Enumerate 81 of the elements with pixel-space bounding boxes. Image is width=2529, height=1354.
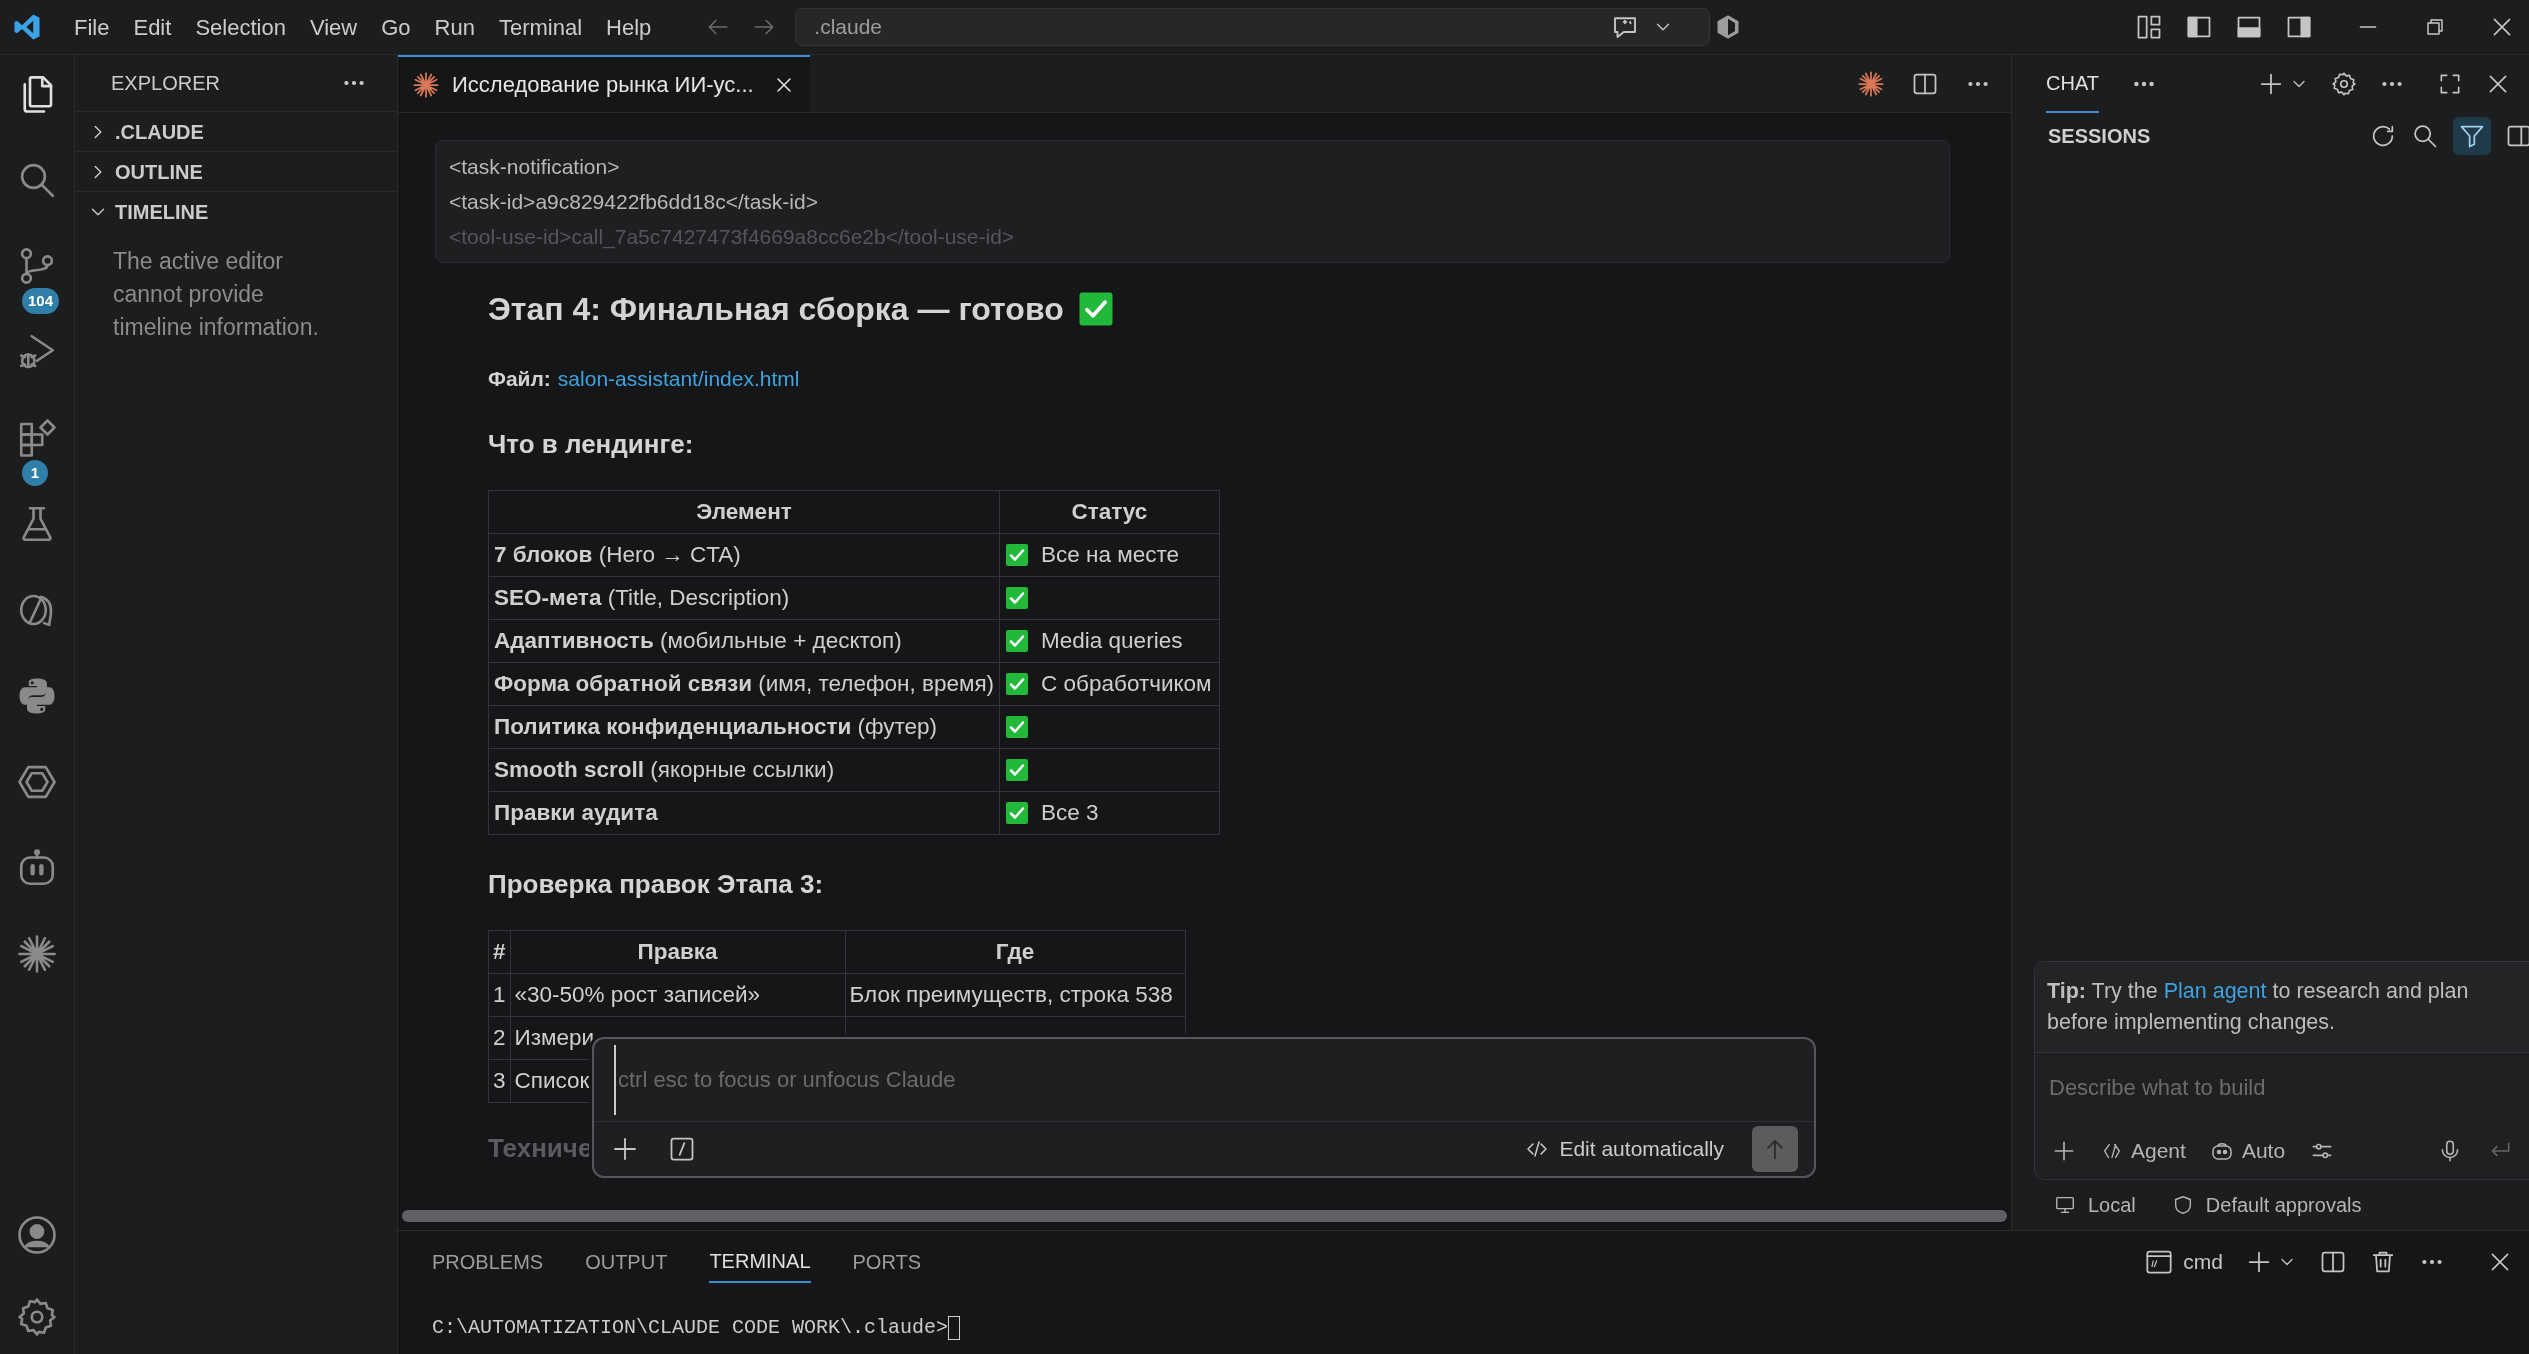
settings-icon[interactable] — [2331, 71, 2357, 97]
column-header: Статус — [999, 490, 1220, 533]
menu-item[interactable]: Run — [422, 10, 487, 44]
table-cell: «30-50% рост записей» — [510, 973, 845, 1016]
section-title: SESSIONS — [2048, 124, 2151, 149]
table-cell-text: С обработчиком — [1041, 669, 1212, 698]
editor-tab[interactable]: Исследование рынка ИИ-ус... — [398, 55, 810, 112]
column-header: Где — [845, 930, 1185, 973]
table-cell: Блок преимуществ, строка 538 — [845, 973, 1185, 1016]
section-header[interactable]: .CLAUDE — [75, 111, 397, 151]
command-center[interactable]: .claude — [795, 8, 1711, 46]
table-cell-text: Все на месте — [1041, 540, 1180, 569]
terminal-icon — [2145, 1248, 2174, 1276]
terminal-prompt: C:\AUTOMATIZATION\CLAUDE CODE WORK\.claude> — [432, 1315, 949, 1341]
menu-item[interactable]: Edit — [121, 10, 184, 44]
table-cell: 3 — [488, 1059, 510, 1102]
menu-item[interactable]: Help — [594, 10, 664, 44]
terminal-cursor — [948, 1316, 961, 1340]
agent-button[interactable]: Agent — [2101, 1135, 2186, 1167]
table-cell: 2 — [488, 1016, 510, 1059]
code-line: <task-notification> — [449, 154, 621, 180]
panel-tab[interactable]: OUTPUT — [585, 1241, 668, 1283]
menu-item[interactable]: File — [62, 10, 122, 44]
code-line: <tool-use-id>call_7a5c7427473f4669a8cc6e2b</tool-use-id> — [449, 224, 1016, 251]
table-cell-text: Media queries — [1041, 626, 1183, 655]
table-cell: 1 — [488, 973, 510, 1016]
panel-tab[interactable]: PORTS — [852, 1241, 922, 1283]
sidebar-title: EXPLORER — [111, 71, 220, 96]
table-cell: Политика конфиденциальности (футер) — [488, 705, 1000, 748]
burst-icon — [412, 70, 440, 99]
composer-card[interactable]: ctrl esc to focus or unfocus Claude Edit automatically — [592, 1037, 1816, 1178]
chat-input-card[interactable]: Tip: Try the Plan agent to research and plan before implementing changes. Describe what to build Agent Auto — [2034, 961, 2529, 1180]
column-header: Элемент — [488, 490, 1000, 533]
heading: Этап 4: Финальная сборка — готово — [488, 290, 1064, 329]
app-logo-icon — [12, 12, 42, 42]
table-cell: Правки аудита — [488, 791, 1000, 834]
monitor-icon — [2054, 1194, 2076, 1216]
section-header[interactable]: TIMELINE — [75, 191, 397, 231]
plan-agent-link[interactable]: Plan agent — [2163, 979, 2267, 1003]
settings-icon[interactable] — [16, 1296, 58, 1338]
chat-input[interactable]: Describe what to build — [2049, 1053, 2509, 1123]
menu-item[interactable]: Go — [369, 10, 423, 44]
burst-icon[interactable] — [1857, 69, 1885, 98]
table-cell: 7 блоков (Hero → CTA) — [488, 533, 1000, 576]
tip-text: Tip: Try the Plan agent to research and plan before implementing changes. — [2035, 962, 2529, 1053]
field-label: Файл: — [488, 366, 551, 392]
section-heading: Техниче — [488, 1131, 593, 1165]
burst-icon[interactable] — [16, 933, 58, 975]
edit-mode-button[interactable]: Edit automatically — [1525, 1133, 1724, 1165]
column-header: # — [488, 930, 510, 973]
table-cell: Форма обратной связи (имя, телефон, время) — [488, 662, 1000, 705]
table-cell: SEO-мета (Title, Description) — [488, 576, 1000, 619]
menu-item[interactable]: Selection — [183, 10, 298, 44]
layout-icon[interactable] — [2135, 13, 2163, 41]
chat-tab[interactable]: CHAT — [2046, 55, 2099, 113]
table-cell: Smooth scroll (якорные ссылки) — [488, 748, 1000, 791]
menu-item[interactable]: Terminal — [486, 10, 595, 44]
location-button[interactable]: Local — [2054, 1190, 2136, 1220]
message-input[interactable]: ctrl esc to focus or unfocus Claude — [614, 1045, 1794, 1115]
search-icon[interactable] — [2411, 122, 2439, 150]
panel-tab[interactable]: TERMINAL — [709, 1241, 811, 1283]
slash-command-icon[interactable] — [668, 1135, 696, 1163]
horizontal-scrollbar[interactable] — [402, 1210, 2007, 1222]
file-link[interactable]: salon-assistant/index.html — [557, 363, 800, 395]
code-line: <task-id>a9c829422fb6dd18c</task-id> — [449, 189, 819, 215]
empty-message: The active editor cannot provide timeline information. — [112, 247, 320, 342]
section-heading: Проверка правок Этапа 3: — [488, 867, 825, 901]
menu-item[interactable]: View — [297, 10, 370, 44]
table-cell-text: Все 3 — [1041, 798, 1099, 827]
account-icon[interactable] — [16, 1214, 58, 1256]
section-heading: Что в лендинге: — [488, 427, 695, 461]
panel-tab[interactable]: PROBLEMS — [432, 1241, 544, 1283]
terminal-selector[interactable]: cmd — [2145, 1246, 2223, 1278]
model-button[interactable]: Auto — [2209, 1135, 2286, 1167]
count-badge: 1 — [22, 460, 48, 486]
section-header[interactable]: OUTLINE — [75, 151, 397, 191]
approvals-button[interactable]: Default approvals — [2171, 1190, 2362, 1220]
column-header: Правка — [510, 930, 845, 973]
table-cell: Адаптивность (мобильные + десктоп) — [488, 619, 1000, 662]
filter-button[interactable] — [2453, 117, 2491, 155]
count-badge: 104 — [22, 288, 60, 314]
